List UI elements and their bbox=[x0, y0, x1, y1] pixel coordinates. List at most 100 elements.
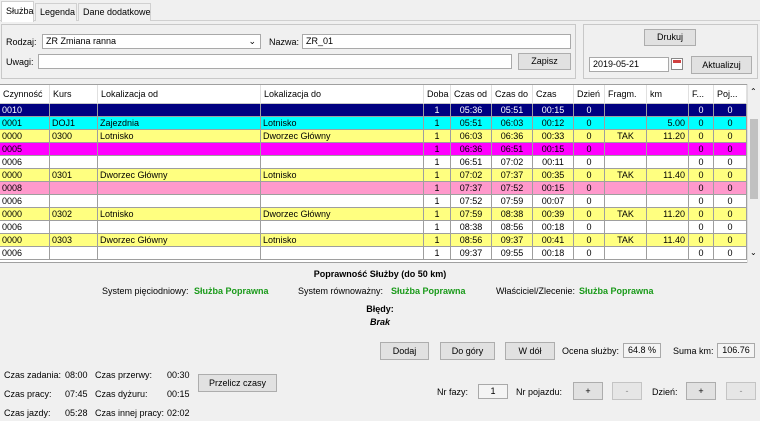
scroll-thumb[interactable] bbox=[750, 119, 758, 199]
header-poj[interactable]: Poj... bbox=[714, 85, 747, 104]
cell-doba: 1 bbox=[424, 117, 451, 130]
czas-innej-value: 02:02 bbox=[167, 408, 190, 418]
zapisz-button[interactable]: Zapisz bbox=[518, 53, 571, 70]
cell-dzien: 0 bbox=[574, 130, 605, 143]
cell-km bbox=[647, 182, 689, 195]
header-dzien[interactable]: Dzień bbox=[574, 85, 605, 104]
table-row[interactable]: 0006 1 09:37 09:55 00:18 0 0 0 bbox=[0, 247, 747, 260]
czas-zadania-value: 08:00 bbox=[65, 370, 88, 380]
header-czas-od[interactable]: Czas od bbox=[451, 85, 492, 104]
cell-czas-od: 07:52 bbox=[451, 195, 492, 208]
table-row[interactable]: 0000 0300 Lotnisko Dworzec Główny 1 06:03 06:3… bbox=[0, 130, 747, 143]
table-row[interactable]: 0000 0302 Lotnisko Dworzec Główny 1 07:59 08:3… bbox=[0, 208, 747, 221]
cell-czas: 00:15 bbox=[533, 104, 574, 117]
cell-f: 0 bbox=[689, 234, 714, 247]
table-scrollbar[interactable]: ⌃ ⌄ bbox=[747, 84, 760, 263]
w-dol-button[interactable]: W dół bbox=[505, 342, 555, 360]
table-row[interactable]: 0008 1 07:37 07:52 00:15 0 0 0 bbox=[0, 182, 747, 195]
cell-kurs bbox=[50, 247, 98, 260]
czas-innej-label: Czas innej pracy: bbox=[95, 408, 165, 418]
tab-legenda[interactable]: Legenda bbox=[35, 3, 77, 21]
cell-lok-od: Dworzec Główny bbox=[98, 234, 261, 247]
sysr-value: Służba Poprawna bbox=[391, 286, 466, 296]
cell-czas: 00:18 bbox=[533, 247, 574, 260]
cell-czynnosc: 0000 bbox=[0, 208, 50, 221]
suma-km-label: Suma km: bbox=[673, 346, 714, 356]
cell-czas: 00:15 bbox=[533, 182, 574, 195]
cell-f: 0 bbox=[689, 182, 714, 195]
header-lokalizacja-od[interactable]: Lokalizacja od bbox=[98, 85, 261, 104]
przelicz-czasy-button[interactable]: Przelicz czasy bbox=[198, 374, 277, 392]
header-km[interactable]: km bbox=[647, 85, 689, 104]
aktualizuj-button[interactable]: Aktualizuj bbox=[691, 56, 752, 74]
table-row[interactable]: 0005 1 06:36 06:51 00:15 0 0 0 bbox=[0, 143, 747, 156]
scroll-down-icon[interactable]: ⌄ bbox=[750, 248, 757, 257]
cell-czas: 00:41 bbox=[533, 234, 574, 247]
header-czas[interactable]: Czas bbox=[533, 85, 574, 104]
cell-doba: 1 bbox=[424, 234, 451, 247]
cell-doba: 1 bbox=[424, 208, 451, 221]
cell-kurs bbox=[50, 182, 98, 195]
dzien-plus-button[interactable]: + bbox=[686, 382, 716, 400]
header-fragm[interactable]: Fragm. bbox=[605, 85, 647, 104]
tab-sluzba[interactable]: Służba bbox=[1, 1, 34, 22]
cell-kurs bbox=[50, 221, 98, 234]
cell-lok-do: Lotnisko bbox=[261, 117, 424, 130]
pojazd-plus-button[interactable]: + bbox=[573, 382, 603, 400]
header-lokalizacja-do[interactable]: Lokalizacja do bbox=[261, 85, 424, 104]
table-row[interactable]: 0006 1 07:52 07:59 00:07 0 0 0 bbox=[0, 195, 747, 208]
cell-f: 0 bbox=[689, 117, 714, 130]
dzien-minus-button[interactable]: - bbox=[726, 382, 756, 400]
do-gory-button[interactable]: Do góry bbox=[440, 342, 495, 360]
table-row[interactable]: 0006 1 06:51 07:02 00:11 0 0 0 bbox=[0, 156, 747, 169]
czas-jazdy-label: Czas jazdy: bbox=[4, 408, 51, 418]
dodaj-button[interactable]: Dodaj bbox=[380, 342, 429, 360]
tab-dane-dodatkowe[interactable]: Dane dodatkowe bbox=[78, 3, 151, 21]
drukuj-button[interactable]: Drukuj bbox=[644, 29, 696, 46]
cell-lok-od: Lotnisko bbox=[98, 130, 261, 143]
uwagi-input[interactable] bbox=[38, 54, 512, 69]
cell-czynnosc: 0000 bbox=[0, 130, 50, 143]
cell-dzien: 0 bbox=[574, 247, 605, 260]
cell-poj: 0 bbox=[714, 143, 747, 156]
table-row[interactable]: 0000 0303 Dworzec Główny Lotnisko 1 08:56 09:3… bbox=[0, 234, 747, 247]
scroll-up-icon[interactable]: ⌃ bbox=[750, 87, 757, 96]
cell-kurs bbox=[50, 156, 98, 169]
cell-dzien: 0 bbox=[574, 104, 605, 117]
cell-kurs: 0303 bbox=[50, 234, 98, 247]
cell-f: 0 bbox=[689, 247, 714, 260]
cell-czas-do: 07:59 bbox=[492, 195, 533, 208]
cell-f: 0 bbox=[689, 195, 714, 208]
pojazd-minus-button[interactable]: - bbox=[612, 382, 642, 400]
table-row[interactable]: 0006 1 08:38 08:56 00:18 0 0 0 bbox=[0, 221, 747, 234]
cell-f: 0 bbox=[689, 156, 714, 169]
czas-dyzuru-label: Czas dyżuru: bbox=[95, 389, 148, 399]
owner-value: Służba Poprawna bbox=[579, 286, 654, 296]
header-f[interactable]: F... bbox=[689, 85, 714, 104]
czas-przerwy-value: 00:30 bbox=[167, 370, 190, 380]
header-kurs[interactable]: Kurs bbox=[50, 85, 98, 104]
rodzaj-select[interactable]: ZR Zmiana ranna ⌄ bbox=[42, 34, 261, 49]
nazwa-input[interactable]: ZR_01 bbox=[302, 34, 571, 49]
date-input[interactable]: 2019-05-21 bbox=[589, 57, 669, 72]
header-czas-do[interactable]: Czas do bbox=[492, 85, 533, 104]
table-row[interactable]: 0010 1 05:36 05:51 00:15 0 0 0 bbox=[0, 104, 747, 117]
cell-f: 0 bbox=[689, 143, 714, 156]
cell-lok-od bbox=[98, 156, 261, 169]
header-czynnosc[interactable]: Czynność bbox=[0, 85, 50, 104]
cell-czas: 00:07 bbox=[533, 195, 574, 208]
cell-doba: 1 bbox=[424, 156, 451, 169]
nr-fazy-value: 1 bbox=[478, 384, 508, 399]
cell-poj: 0 bbox=[714, 169, 747, 182]
cell-czynnosc: 0000 bbox=[0, 169, 50, 182]
table-row[interactable]: 0000 0301 Dworzec Główny Lotnisko 1 07:02 07:3… bbox=[0, 169, 747, 182]
cell-poj: 0 bbox=[714, 247, 747, 260]
cell-km bbox=[647, 156, 689, 169]
cell-kurs bbox=[50, 143, 98, 156]
cell-czynnosc: 0000 bbox=[0, 234, 50, 247]
calendar-icon[interactable] bbox=[671, 58, 683, 70]
header-doba[interactable]: Doba bbox=[424, 85, 451, 104]
table-row[interactable]: 0001 DOJ1 Zajezdnia Lotnisko 1 05:51 06:03 00:1… bbox=[0, 117, 747, 130]
ocena-value: 64.8 % bbox=[623, 343, 661, 358]
czas-przerwy-label: Czas przerwy: bbox=[95, 370, 153, 380]
